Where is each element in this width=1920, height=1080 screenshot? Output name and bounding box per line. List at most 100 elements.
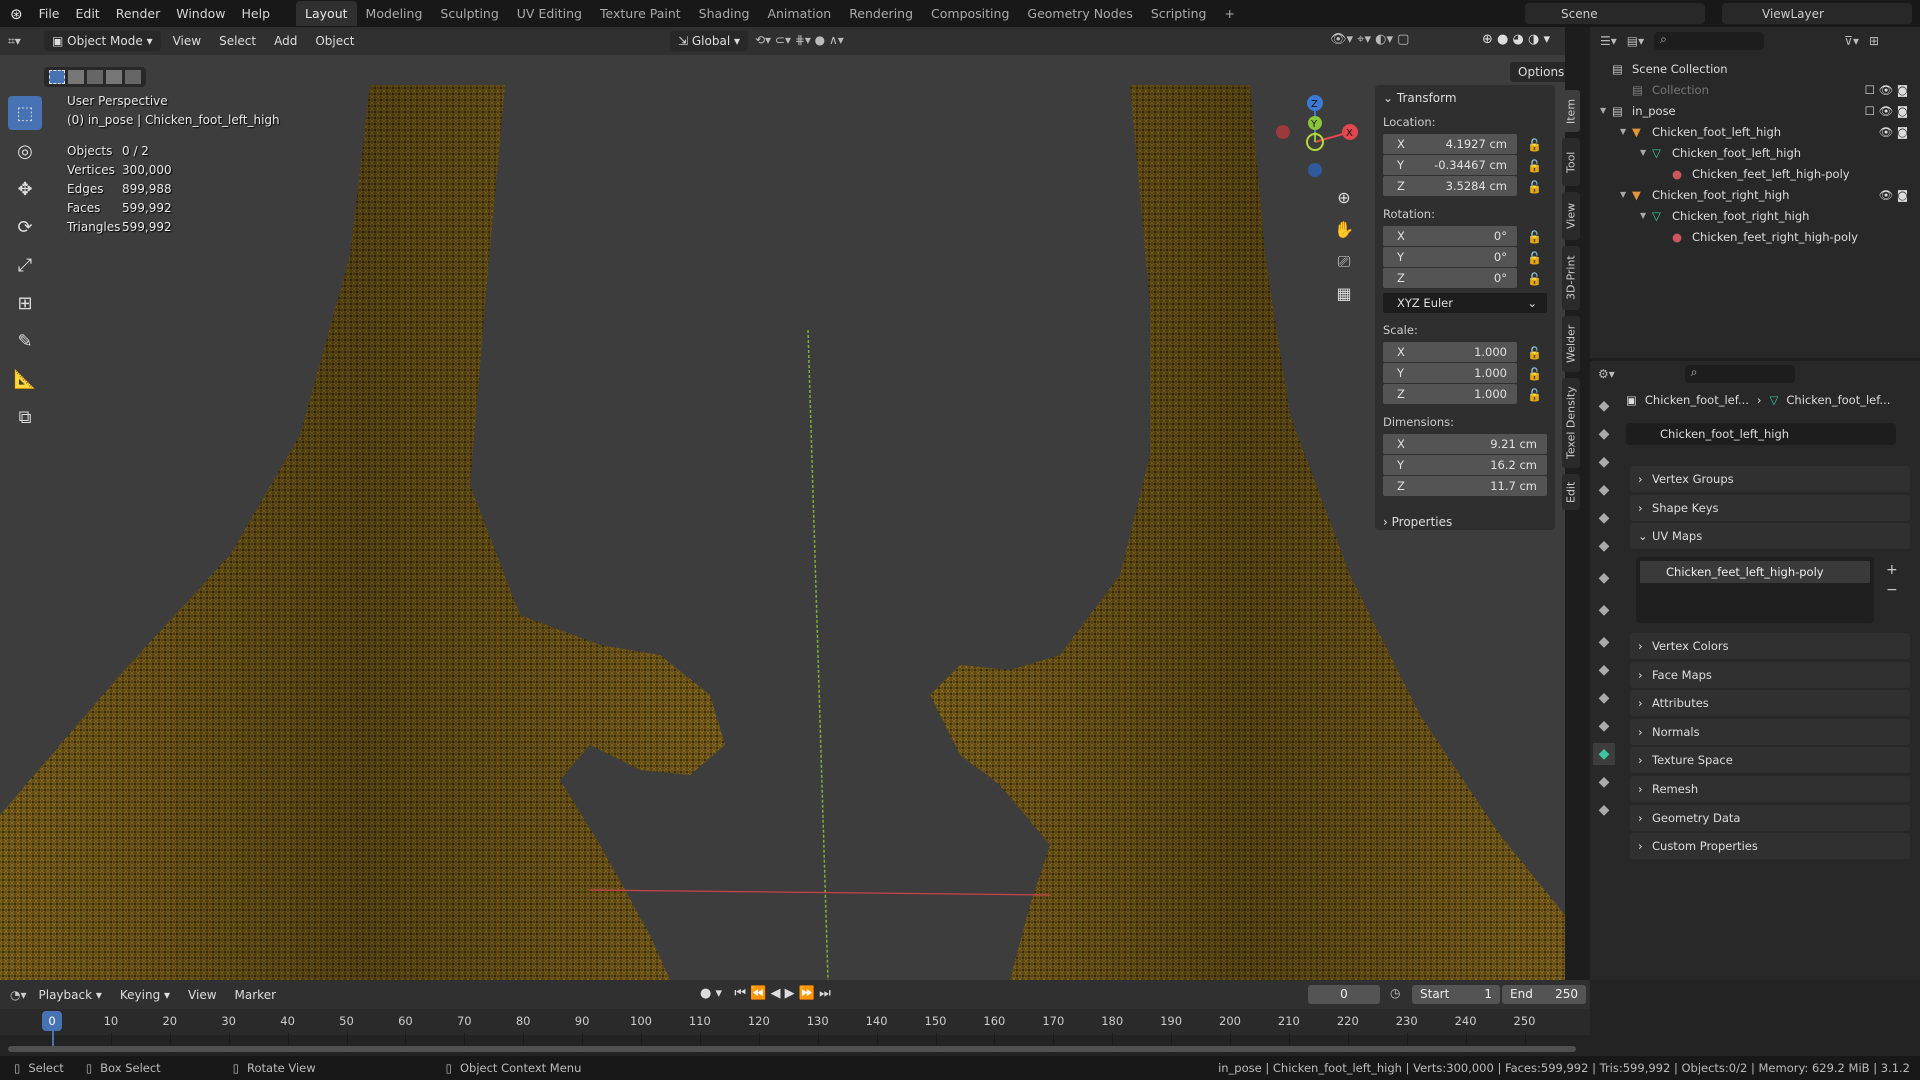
lock-icon[interactable]: 🔓 xyxy=(1527,230,1542,244)
annotate-tool[interactable]: ✎ xyxy=(8,324,42,358)
constraints-tab-icon[interactable]: ◆ xyxy=(1593,715,1615,737)
preview-range-icon[interactable]: ◷ xyxy=(1390,986,1400,1000)
tab-uv-editing[interactable]: UV Editing xyxy=(508,1,591,26)
tab-layout[interactable]: Layout xyxy=(296,1,357,26)
rotation-y-field[interactable]: Y 0° xyxy=(1383,247,1517,267)
sidebar-tab-3d-print[interactable]: 3D-Print xyxy=(1562,246,1580,310)
outliner-item[interactable]: ▼ ▼ Chicken_foot_left_high 👁 ◙ xyxy=(1590,121,1920,142)
panel-geometry-data[interactable]: › Geometry Data xyxy=(1630,804,1910,831)
select-box-tool[interactable]: ⬚ xyxy=(8,96,42,130)
sidebar-tab-edit[interactable]: Edit xyxy=(1562,474,1580,510)
display-mode-icon[interactable]: ☰▾ xyxy=(1600,34,1617,48)
transform-header[interactable]: ⌄ Transform xyxy=(1383,91,1547,105)
scene-tab-icon[interactable]: ◆ xyxy=(1593,507,1615,529)
rotation-mode-dropdown[interactable]: XYZ Euler ⌄ xyxy=(1383,293,1547,313)
menu-view[interactable]: View xyxy=(182,988,222,1002)
add-cube-tool[interactable]: ⧉ xyxy=(8,400,42,434)
select-extend-icon[interactable] xyxy=(68,70,84,84)
outliner-item[interactable]: ▤ Collection ☐ 👁 ◙ xyxy=(1590,79,1920,100)
texture-tab-icon[interactable]: ◆ xyxy=(1593,799,1615,821)
mode-dropdown[interactable]: ▣ Object Mode ▾ xyxy=(44,31,161,51)
collection-tab-icon[interactable]: ◆ xyxy=(1593,567,1615,589)
shading-mode-buttons[interactable]: ⊕ ● ◕ ◑ ▾ xyxy=(1482,32,1550,47)
lock-icon[interactable]: 🔓 xyxy=(1527,159,1542,173)
transform-tool[interactable]: ⊞ xyxy=(8,286,42,320)
expand-arrow-icon[interactable]: ▼ xyxy=(1620,190,1632,199)
panel-normals[interactable]: › Normals xyxy=(1630,718,1910,745)
rotation-z-field[interactable]: Z 0° xyxy=(1383,268,1517,288)
rotation-x-field[interactable]: X 0° xyxy=(1383,226,1517,246)
filter-layers-icon[interactable]: ▤▾ xyxy=(1627,34,1644,48)
location-z-field[interactable]: Z 3.5284 cm xyxy=(1383,176,1517,196)
grid-view-icon[interactable]: ▦ xyxy=(1330,278,1358,310)
visibility-camera-icons[interactable]: 👁 ◙ xyxy=(1879,125,1908,139)
lock-icon[interactable]: 🔓 xyxy=(1527,251,1542,265)
menu-object[interactable]: Object xyxy=(309,34,360,48)
navigation-gizmo[interactable]: Z X Y xyxy=(1270,90,1360,185)
orientation-dropdown[interactable]: ⇲ Global ▾ xyxy=(670,31,748,51)
expand-arrow-icon[interactable]: ▼ xyxy=(1620,127,1632,136)
particles-tab-icon[interactable]: ◆ xyxy=(1593,659,1615,681)
tab-rendering[interactable]: Rendering xyxy=(840,1,922,26)
editor-type-icon[interactable]: ⚙▾ xyxy=(1598,367,1615,381)
overlay-gizmo-icons[interactable]: 👁▾ ⌖▾ ◐▾ ▢ xyxy=(1330,32,1409,47)
expand-arrow-icon[interactable]: ▼ xyxy=(1600,106,1612,115)
menu-keying[interactable]: Keying ▾ xyxy=(114,988,176,1002)
lock-icon[interactable]: 🔓 xyxy=(1527,180,1542,194)
blender-logo-icon[interactable]: ⊛ xyxy=(0,5,31,23)
menu-window[interactable]: Window xyxy=(168,6,233,21)
menu-select[interactable]: Select xyxy=(213,34,262,48)
outliner-item[interactable]: ▼ ▤ in_pose ☐ 👁 ◙ xyxy=(1590,100,1920,121)
dimensions-x-field[interactable]: X 9.21 cm xyxy=(1383,434,1547,454)
panel-remesh[interactable]: › Remesh xyxy=(1630,776,1910,802)
visibility-camera-icons[interactable]: ☐ 👁 ◙ xyxy=(1865,83,1908,97)
expand-arrow-icon[interactable]: ▼ xyxy=(1640,148,1652,157)
menu-marker[interactable]: Marker xyxy=(229,988,282,1002)
sidebar-tab-texel-density[interactable]: Texel Density xyxy=(1562,378,1580,468)
editor-type-icon[interactable]: ◔▾ xyxy=(10,988,27,1002)
scale-tool[interactable]: ⤢ xyxy=(8,248,42,282)
modifier-tab-icon[interactable]: ◆ xyxy=(1593,631,1615,653)
add-uv-map-button[interactable]: + xyxy=(1886,560,1898,580)
render-tab-icon[interactable]: ◆ xyxy=(1593,423,1615,445)
select-new-icon[interactable] xyxy=(49,70,65,84)
tool-tab-icon[interactable]: ◆ xyxy=(1593,395,1615,417)
panel-uv-maps[interactable]: ⌄ UV Maps xyxy=(1630,523,1910,549)
start-frame-field[interactable]: Start 1 xyxy=(1412,985,1500,1004)
location-y-field[interactable]: Y -0.34467 cm xyxy=(1383,155,1517,175)
add-workspace-button[interactable]: + xyxy=(1215,1,1243,26)
tab-animation[interactable]: Animation xyxy=(758,1,840,26)
lock-icon[interactable]: 🔓 xyxy=(1527,272,1542,286)
visibility-camera-icons[interactable]: 👁 ◙ xyxy=(1879,188,1908,202)
rotate-tool[interactable]: ⟳ xyxy=(8,210,42,244)
menu-view[interactable]: View xyxy=(167,34,207,48)
menu-help[interactable]: Help xyxy=(234,6,279,21)
mesh-name-field[interactable]: Chicken_foot_left_high xyxy=(1626,423,1896,445)
measure-tool[interactable]: 📐 xyxy=(8,362,42,396)
select-intersect-icon[interactable] xyxy=(125,70,141,84)
new-collection-icon[interactable]: ⊞ xyxy=(1869,34,1879,48)
output-tab-icon[interactable]: ◆ xyxy=(1593,451,1615,473)
view-layer-tab-icon[interactable]: ◆ xyxy=(1593,479,1615,501)
scene-selector[interactable]: Scene xyxy=(1525,3,1705,24)
tab-geometry-nodes[interactable]: Geometry Nodes xyxy=(1018,1,1141,26)
lock-icon[interactable]: 🔓 xyxy=(1527,346,1542,360)
lock-icon[interactable]: 🔓 xyxy=(1527,138,1542,152)
filter-icon[interactable]: ⊽▾ xyxy=(1844,34,1859,48)
scale-y-field[interactable]: Y 1.000 xyxy=(1383,363,1517,383)
outliner-item[interactable]: ● Chicken_feet_right_high-poly xyxy=(1590,226,1920,247)
physics-tab-icon[interactable]: ◆ xyxy=(1593,687,1615,709)
frame-ruler[interactable]: 0 10 20 30 40 50 60 70 80 90 100 110 120 130 140 150 160… xyxy=(0,1009,1590,1053)
menu-add[interactable]: Add xyxy=(268,34,303,48)
menu-edit[interactable]: Edit xyxy=(68,6,108,21)
sidebar-tab-tool[interactable]: Tool xyxy=(1562,138,1580,186)
lock-icon[interactable]: 🔓 xyxy=(1527,367,1542,381)
lock-icon[interactable]: 🔓 xyxy=(1527,388,1542,402)
object-tab-icon[interactable]: ◆ xyxy=(1593,599,1615,621)
outliner-item[interactable]: ▼ ▽ Chicken_foot_right_high xyxy=(1590,205,1920,226)
zoom-icon[interactable]: ⊕ xyxy=(1330,182,1358,214)
panel-custom-properties[interactable]: › Custom Properties xyxy=(1630,833,1910,860)
panel-vertex-groups[interactable]: › Vertex Groups xyxy=(1630,466,1910,492)
panel-texture-space[interactable]: › Texture Space xyxy=(1630,747,1910,774)
cursor-tool[interactable]: ◎ xyxy=(8,134,42,168)
